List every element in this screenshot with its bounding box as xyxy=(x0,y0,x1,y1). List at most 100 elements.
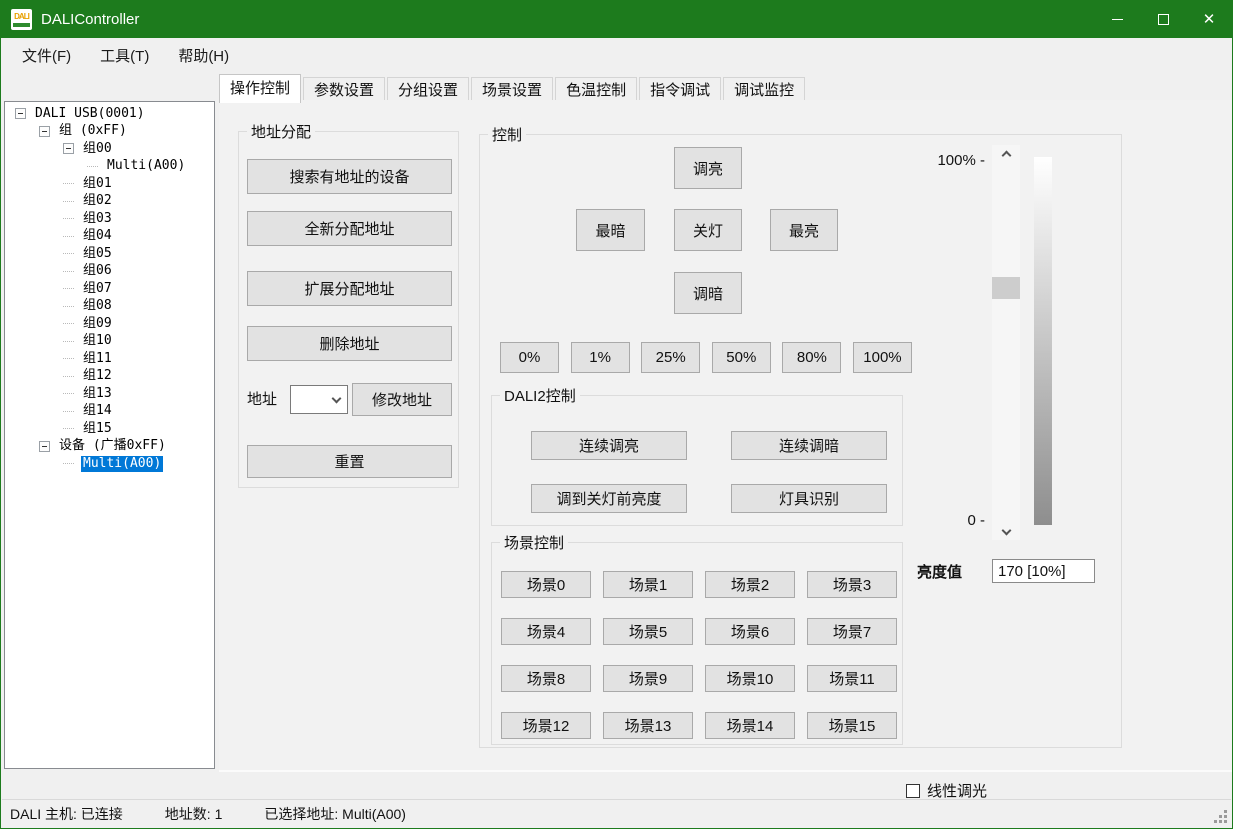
slider-top-label: 100% - xyxy=(900,152,985,169)
scene-button-15[interactable]: 场景15 xyxy=(807,712,897,739)
tree-connector-dash xyxy=(63,323,74,324)
tree-item[interactable]: 设备 (广播0xFF) xyxy=(5,438,214,456)
tree-item[interactable]: 组09 xyxy=(5,315,214,333)
status-host: DALI 主机: 已连接 xyxy=(10,804,123,824)
continuous-dim-down-button[interactable]: 连续调暗 xyxy=(731,431,887,460)
tree-item[interactable]: 组01 xyxy=(5,175,214,193)
address-combobox[interactable] xyxy=(290,385,348,414)
tree-connector-dash xyxy=(63,358,74,359)
fresh-assign-address-button[interactable]: 全新分配地址 xyxy=(247,211,452,246)
lamp-off-button[interactable]: 关灯 xyxy=(674,209,742,251)
continuous-dim-up-button[interactable]: 连续调亮 xyxy=(531,431,687,460)
tree-item[interactable]: DALI USB(0001) xyxy=(5,105,214,123)
min-brightness-button[interactable]: 最暗 xyxy=(576,209,645,251)
lamp-identify-button[interactable]: 灯具识别 xyxy=(731,484,887,513)
brightness-scrollbar[interactable] xyxy=(992,145,1020,540)
linear-dimming-checkbox[interactable] xyxy=(906,784,920,798)
extend-assign-address-button[interactable]: 扩展分配地址 xyxy=(247,271,452,306)
device-tree[interactable]: DALI USB(0001)组 (0xFF)组00Multi(A00)组01组0… xyxy=(4,101,215,769)
percent-button-25[interactable]: 25% xyxy=(641,342,700,373)
tree-item[interactable]: 组03 xyxy=(5,210,214,228)
scene-button-12[interactable]: 场景12 xyxy=(501,712,591,739)
collapse-minus-icon[interactable] xyxy=(39,126,50,137)
scene-button-10[interactable]: 场景10 xyxy=(705,665,795,692)
reset-button[interactable]: 重置 xyxy=(247,445,452,478)
tree-item[interactable]: 组15 xyxy=(5,420,214,438)
tree-item-label: 组06 xyxy=(81,263,114,279)
tree-item[interactable]: 组13 xyxy=(5,385,214,403)
minimize-button[interactable] xyxy=(1094,1,1140,38)
tree-item-label: 组00 xyxy=(81,141,114,157)
delete-address-button[interactable]: 删除地址 xyxy=(247,326,452,361)
tree-connector-dash xyxy=(63,271,74,272)
close-button[interactable]: ✕ xyxy=(1186,1,1232,38)
scene-button-5[interactable]: 场景5 xyxy=(603,618,693,645)
scroll-up-button[interactable] xyxy=(992,145,1020,162)
percent-button-50[interactable]: 50% xyxy=(712,342,771,373)
tree-item[interactable]: 组08 xyxy=(5,298,214,316)
restore-pre-off-brightness-button[interactable]: 调到关灯前亮度 xyxy=(531,484,687,513)
menu-item-tools[interactable]: 工具(T) xyxy=(98,43,151,68)
status-address-count: 地址数: 1 xyxy=(165,804,223,824)
brightness-value-text: 170 [10%] xyxy=(998,563,1066,580)
tree-item[interactable]: Multi(A00) xyxy=(5,158,214,176)
resize-grip[interactable] xyxy=(1213,809,1227,823)
brightness-value-box[interactable]: 170 [10%] xyxy=(992,559,1095,583)
percent-button-80[interactable]: 80% xyxy=(782,342,841,373)
scene-button-4[interactable]: 场景4 xyxy=(501,618,591,645)
brightness-gradient-bar xyxy=(1034,157,1052,525)
tree-item-label: 组04 xyxy=(81,228,114,244)
app-icon-text: DALI xyxy=(14,13,29,21)
search-addressed-devices-button[interactable]: 搜索有地址的设备 xyxy=(247,159,452,194)
tree-item[interactable]: 组04 xyxy=(5,228,214,246)
menu-item-file[interactable]: 文件(F) xyxy=(20,43,73,68)
tab-operation-control[interactable]: 操作控制 xyxy=(219,74,301,103)
scene-button-13[interactable]: 场景13 xyxy=(603,712,693,739)
modify-address-button[interactable]: 修改地址 xyxy=(352,383,452,416)
collapse-minus-icon[interactable] xyxy=(15,108,26,119)
scene-button-1[interactable]: 场景1 xyxy=(603,571,693,598)
tree-item[interactable]: 组05 xyxy=(5,245,214,263)
dim-down-button[interactable]: 调暗 xyxy=(674,272,742,314)
tree-item[interactable]: 组00 xyxy=(5,140,214,158)
tree-item[interactable]: 组07 xyxy=(5,280,214,298)
tree-item[interactable]: Multi(A00) xyxy=(5,455,214,473)
percent-button-1[interactable]: 1% xyxy=(571,342,630,373)
tree-item-label: 组02 xyxy=(81,193,114,209)
address-label: 地址 xyxy=(247,388,277,409)
tree-item-label: 设备 (广播0xFF) xyxy=(57,438,168,454)
scene-button-9[interactable]: 场景9 xyxy=(603,665,693,692)
collapse-minus-icon[interactable] xyxy=(39,441,50,452)
percent-button-0[interactable]: 0% xyxy=(500,342,559,373)
linear-dimming-control[interactable]: 线性调光 xyxy=(906,780,987,801)
scene-button-6[interactable]: 场景6 xyxy=(705,618,795,645)
tree-item[interactable]: 组 (0xFF) xyxy=(5,123,214,141)
maximize-button[interactable] xyxy=(1140,1,1186,38)
tree-item[interactable]: 组11 xyxy=(5,350,214,368)
tree-item[interactable]: 组02 xyxy=(5,193,214,211)
scene-button-11[interactable]: 场景11 xyxy=(807,665,897,692)
scrollbar-thumb[interactable] xyxy=(992,277,1020,299)
tree-item-label: 组11 xyxy=(81,351,114,367)
menu-item-help[interactable]: 帮助(H) xyxy=(176,43,231,68)
tree-item[interactable]: 组12 xyxy=(5,368,214,386)
close-icon: ✕ xyxy=(1203,12,1216,27)
dim-up-button[interactable]: 调亮 xyxy=(674,147,742,189)
tree-item[interactable]: 组14 xyxy=(5,403,214,421)
collapse-minus-icon[interactable] xyxy=(63,143,74,154)
tree-item[interactable]: 组06 xyxy=(5,263,214,281)
scene-button-3[interactable]: 场景3 xyxy=(807,571,897,598)
percent-button-100[interactable]: 100% xyxy=(853,342,912,373)
app-icon-bar xyxy=(13,23,30,27)
scroll-down-button[interactable] xyxy=(992,523,1020,540)
tree-connector-dash xyxy=(63,236,74,237)
tree-item-label: 组09 xyxy=(81,316,114,332)
scene-button-0[interactable]: 场景0 xyxy=(501,571,591,598)
max-brightness-button[interactable]: 最亮 xyxy=(770,209,838,251)
tree-item-label: 组 (0xFF) xyxy=(57,123,129,139)
tree-item[interactable]: 组10 xyxy=(5,333,214,351)
scene-button-8[interactable]: 场景8 xyxy=(501,665,591,692)
scene-button-2[interactable]: 场景2 xyxy=(705,571,795,598)
scene-button-14[interactable]: 场景14 xyxy=(705,712,795,739)
scene-button-7[interactable]: 场景7 xyxy=(807,618,897,645)
